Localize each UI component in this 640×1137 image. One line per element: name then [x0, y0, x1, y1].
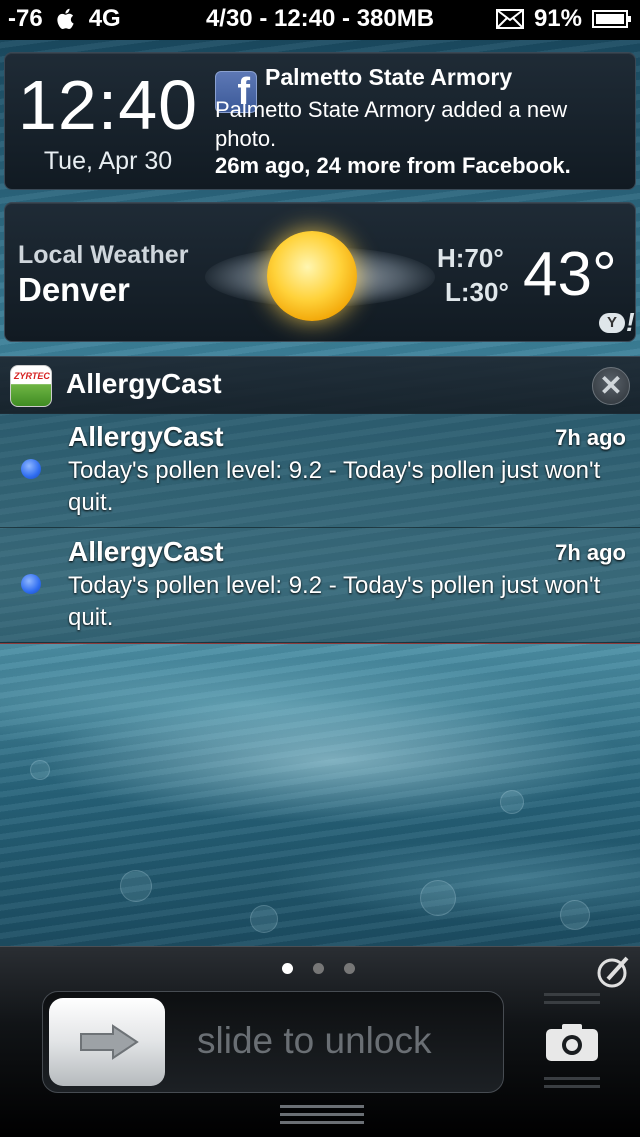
bokeh-dot — [560, 900, 590, 930]
bokeh-dot — [420, 880, 456, 916]
allergycast-section-header: ZYRTEC AllergyCast ✕ — [0, 356, 640, 414]
clock-time: 12:40 — [17, 66, 199, 144]
weather-low: L:30° — [445, 277, 509, 307]
divider — [0, 643, 640, 644]
notification-item[interactable]: AllergyCast 7h ago Today's pollen level:… — [0, 413, 640, 528]
close-icon[interactable]: ✕ — [592, 367, 630, 405]
mail-icon — [495, 9, 524, 29]
notification-item[interactable]: AllergyCast 7h ago Today's pollen level:… — [0, 528, 640, 643]
camera-icon[interactable] — [544, 1023, 600, 1063]
camera-grabber-line — [544, 1077, 600, 1080]
page-indicator[interactable] — [282, 963, 355, 974]
allergycast-app-icon: ZYRTEC — [10, 365, 52, 407]
edit-icon[interactable] — [596, 953, 632, 989]
clock-notification-widget: 12:40 Tue, Apr 30 f Palmetto State Armor… — [4, 52, 636, 190]
notification-text: Today's pollen level: 9.2 - Today's poll… — [68, 572, 601, 631]
unread-dot-icon — [21, 459, 41, 479]
app-icon-text: ZYRTEC — [14, 371, 50, 381]
slide-to-unlock-track[interactable]: slide to unlock — [42, 991, 504, 1093]
weather-current-temp: 43° — [523, 240, 617, 309]
grabber-line — [280, 1113, 364, 1116]
grabber-line — [280, 1121, 364, 1124]
control-center-grabber[interactable] — [280, 1105, 364, 1135]
app-name: AllergyCast — [66, 368, 222, 399]
lock-bar: slide to unlock — [0, 946, 640, 1137]
arrow-right-icon — [80, 1024, 139, 1060]
notification-title: AllergyCast — [68, 536, 224, 567]
camera-grabber-line — [544, 993, 600, 996]
yahoo-icon[interactable]: Y — [599, 313, 625, 333]
clock-date: Tue, Apr 30 — [43, 147, 173, 175]
notification-time: 7h ago — [555, 540, 626, 565]
notification-title: AllergyCast — [68, 421, 224, 452]
page-dot-active — [282, 963, 293, 974]
bokeh-dot — [250, 905, 278, 933]
facebook-notification-title[interactable]: Palmetto State Armory — [265, 64, 512, 91]
bokeh-dot — [120, 870, 152, 902]
facebook-notification-text[interactable]: Palmetto State Armory added a new photo. — [215, 95, 625, 153]
page-dot — [344, 963, 355, 974]
weather-high: H:70° — [437, 243, 504, 273]
bokeh-dot — [500, 790, 524, 814]
camera-grabber-line — [544, 1001, 600, 1004]
notification-time: 7h ago — [555, 425, 626, 450]
grabber-line — [280, 1105, 364, 1108]
battery-icon — [592, 10, 631, 28]
weather-city: Denver — [18, 271, 130, 308]
weather-label: Local Weather — [18, 241, 189, 269]
bokeh-dot — [30, 760, 50, 780]
weather-widget[interactable]: Local Weather Denver H:70° L:30° 43° Y ! — [4, 202, 636, 342]
unlock-slider-knob[interactable] — [49, 998, 165, 1086]
unread-dot-icon — [21, 574, 41, 594]
status-bar: -76 4G 4/30 - 12:40 - 380MB 91% — [0, 0, 640, 40]
facebook-notification-meta: 26m ago, 24 more from Facebook. — [215, 153, 571, 178]
sun-icon — [267, 231, 357, 321]
camera-grabber-line — [544, 1085, 600, 1088]
slide-to-unlock-label: slide to unlock — [197, 1020, 432, 1061]
notification-text: Today's pollen level: 9.2 - Today's poll… — [68, 457, 601, 516]
page-dot — [313, 963, 324, 974]
battery-percent: 91% — [533, 5, 582, 32]
yahoo-bang: ! — [626, 307, 635, 337]
